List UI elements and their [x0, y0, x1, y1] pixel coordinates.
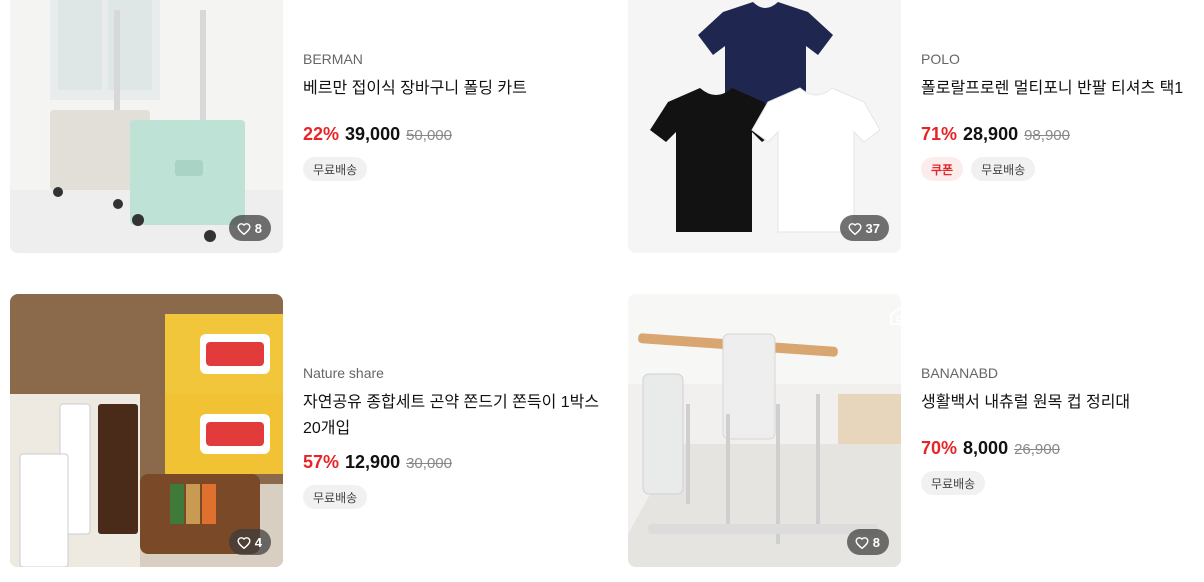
like-count: 4 [254, 534, 262, 550]
product-name[interactable]: 폴로랄프로렌 멀티포니 반팔 티셔츠 택1 [921, 76, 1204, 102]
sale-price: 39,000 [345, 124, 401, 144]
heart-icon [237, 222, 251, 235]
price-row: 22% 39,000 50,000 [303, 124, 603, 145]
brand-name[interactable]: Nature share [303, 365, 603, 381]
price-row: 57% 12,900 30,000 [303, 452, 603, 473]
brand-name[interactable]: BERMAN [303, 51, 603, 67]
heart-icon [847, 222, 862, 235]
badge-list: 무료배송 [303, 157, 603, 181]
free-shipping-badge: 무료배송 [303, 485, 368, 509]
badge-list: 무료배송 [921, 471, 1204, 495]
like-count-badge[interactable]: 8 [846, 529, 889, 555]
product-card[interactable]: 37 POLO 폴로랄프로렌 멀티포니 반팔 티셔츠 택1 71% 28,900… [628, 0, 1204, 256]
brand-name[interactable]: POLO [921, 51, 1204, 67]
free-shipping-badge: 무료배송 [303, 157, 368, 181]
discount-rate: 57% [303, 452, 340, 472]
product-card[interactable]: 8 BERMAN 베르만 접이식 장바구니 폴딩 카트 22% 39,000 5… [10, 0, 610, 256]
like-count: 8 [872, 534, 880, 550]
heart-icon [855, 536, 869, 549]
price-row: 71% 28,900 98,900 [921, 124, 1204, 145]
product-image[interactable]: 8 [10, 0, 283, 253]
product-name[interactable]: 자연공유 종합세트 곤약 쫀드기 쫀득이 1박스 20개입 [303, 390, 603, 442]
original-price: 30,000 [406, 455, 452, 472]
badge-list: 쿠폰 무료배송 [921, 157, 1204, 181]
product-card[interactable]: 8 BANANABD 생활백서 내츄럴 원목 컵 정리대 70% 8,000 2… [628, 294, 1204, 570]
heart-icon [237, 536, 251, 549]
discount-rate: 71% [921, 124, 958, 144]
badge-list: 무료배송 [303, 485, 603, 509]
cup-rack-image [628, 294, 901, 567]
product-name[interactable]: 베르만 접이식 장바구니 폴딩 카트 [303, 76, 603, 102]
sale-price: 8,000 [963, 438, 1009, 458]
like-count-badge[interactable]: 37 [839, 215, 889, 241]
discount-rate: 70% [921, 438, 958, 458]
snack-box-image [10, 294, 283, 567]
free-shipping-badge: 무료배송 [921, 471, 986, 495]
discount-rate: 22% [303, 124, 340, 144]
like-count: 37 [865, 220, 880, 236]
free-shipping-badge: 무료배송 [971, 157, 1036, 181]
product-name[interactable]: 생활백서 내츄럴 원목 컵 정리대 [921, 390, 1204, 416]
sale-price: 12,900 [345, 452, 401, 472]
coupon-badge: 쿠폰 [921, 157, 964, 181]
product-image[interactable]: 4 [10, 294, 283, 567]
like-count: 8 [254, 220, 262, 236]
brand-name[interactable]: BANANABD [921, 365, 1204, 381]
product-card[interactable]: 4 Nature share 자연공유 종합세트 곤약 쫀드기 쫀득이 1박스 … [10, 294, 610, 570]
original-price: 98,900 [1024, 127, 1070, 144]
like-count-badge[interactable]: 4 [228, 529, 271, 555]
original-price: 26,900 [1014, 441, 1060, 458]
product-image[interactable]: 37 [628, 0, 901, 253]
product-image[interactable]: 8 [628, 294, 901, 567]
like-count-badge[interactable]: 8 [228, 215, 271, 241]
sale-price: 28,900 [963, 124, 1019, 144]
price-row: 70% 8,000 26,900 [921, 438, 1204, 459]
original-price: 50,000 [406, 127, 452, 144]
